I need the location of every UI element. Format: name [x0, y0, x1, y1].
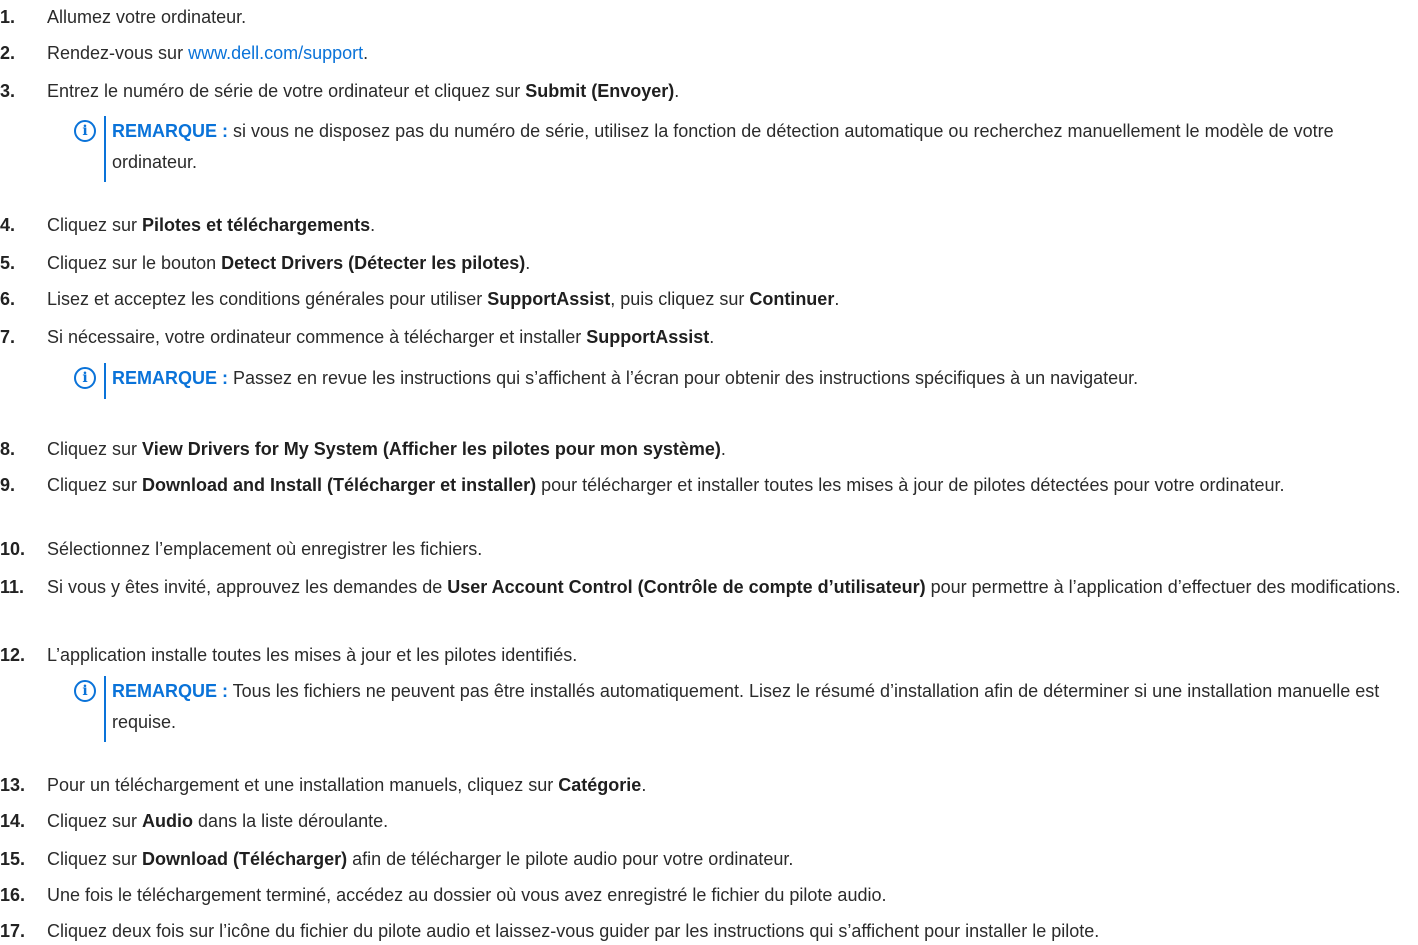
step-number: 16.	[0, 885, 26, 905]
step-number: 13.	[0, 775, 26, 795]
step-17: 17. Cliquez deux fois sur l’icône du fich…	[0, 918, 1410, 945]
step-number: 7.	[0, 327, 16, 347]
step-3: 3. Entrez le numéro de série de votre ord…	[0, 78, 1410, 105]
note-bar	[104, 676, 106, 742]
step-4: 4. Cliquez sur Pilotes et téléchargements…	[0, 212, 1410, 239]
step-text: Sélectionnez l’emplacement où enregistre…	[47, 539, 483, 559]
info-icon: i	[74, 680, 96, 702]
note-bar	[104, 363, 106, 399]
note-manual-install: i REMARQUE : Tous les fichiers ne peuven…	[74, 676, 1404, 742]
step-text: Pour un téléchargement et une installati…	[47, 775, 647, 795]
step-7: 7. Si nécessaire, votre ordinateur commen…	[0, 324, 1410, 351]
note-text: REMARQUE : si vous ne disposez pas du nu…	[112, 121, 1334, 172]
step-number: 4.	[0, 215, 16, 235]
step-text: L’application installe toutes les mises …	[47, 645, 578, 665]
step-16: 16. Une fois le téléchargement terminé, a…	[0, 882, 1410, 909]
step-number: 12.	[0, 645, 26, 665]
step-text: Cliquez sur Audio dans la liste déroulan…	[47, 811, 389, 831]
step-text: Allumez votre ordinateur.	[47, 7, 247, 27]
step-number: 5.	[0, 253, 16, 273]
step-number: 11.	[0, 577, 25, 597]
step-text: Cliquez sur Download (Télécharger) afin …	[47, 849, 794, 869]
step-10: 10. Sélectionnez l’emplacement où enregis…	[0, 536, 1410, 563]
step-number: 10.	[0, 539, 26, 559]
step-number: 17.	[0, 921, 26, 941]
step-5: 5. Cliquez sur le bouton Detect Drivers (…	[0, 250, 1410, 277]
step-number: 1.	[0, 7, 16, 27]
step-number: 8.	[0, 439, 16, 459]
note-browser-instructions: i REMARQUE : Passez en revue les instruc…	[74, 363, 1404, 399]
step-14: 14. Cliquez sur Audio dans la liste dérou…	[0, 808, 1410, 835]
step-2: 2. Rendez-vous sur www.dell.com/support.	[0, 40, 1410, 67]
note-text: REMARQUE : Tous les fichiers ne peuvent …	[112, 681, 1380, 732]
note-serial-number: i REMARQUE : si vous ne disposez pas du …	[74, 116, 1404, 182]
step-number: 15.	[0, 849, 26, 869]
step-11: 11. Si vous y êtes invité, approuvez les …	[0, 574, 1410, 601]
step-text: Rendez-vous sur www.dell.com/support.	[47, 43, 369, 63]
step-number: 14.	[0, 811, 26, 831]
step-number: 9.	[0, 475, 16, 495]
note-bar	[104, 116, 106, 182]
step-8: 8. Cliquez sur View Drivers for My System…	[0, 436, 1410, 463]
step-number: 2.	[0, 43, 16, 63]
step-text: Cliquez sur le bouton Detect Drivers (Dé…	[47, 253, 531, 273]
step-13: 13. Pour un téléchargement et une install…	[0, 772, 1410, 799]
dell-support-link[interactable]: www.dell.com/support	[188, 43, 363, 63]
step-text: Cliquez deux fois sur l’icône du fichier…	[47, 921, 1100, 941]
info-icon: i	[74, 120, 96, 142]
note-text: REMARQUE : Passez en revue les instructi…	[112, 368, 1139, 388]
step-text: Une fois le téléchargement terminé, accé…	[47, 885, 887, 905]
step-number: 3.	[0, 81, 16, 101]
step-1: 1. Allumez votre ordinateur.	[0, 4, 1410, 31]
info-icon: i	[74, 367, 96, 389]
step-text: Si nécessaire, votre ordinateur commence…	[47, 327, 715, 347]
step-text: Cliquez sur Download and Install (Téléch…	[47, 475, 1285, 495]
step-text: Entrez le numéro de série de votre ordin…	[47, 81, 680, 101]
step-text: Cliquez sur View Drivers for My System (…	[47, 439, 726, 459]
step-text: Si vous y êtes invité, approuvez les dem…	[47, 577, 1401, 597]
step-text: Lisez et acceptez les conditions général…	[47, 289, 840, 309]
step-9: 9. Cliquez sur Download and Install (Télé…	[0, 472, 1410, 499]
step-6: 6. Lisez et acceptez les conditions génér…	[0, 286, 1410, 313]
step-15: 15. Cliquez sur Download (Télécharger) af…	[0, 846, 1410, 873]
step-number: 6.	[0, 289, 16, 309]
step-text: Cliquez sur Pilotes et téléchargements.	[47, 215, 376, 235]
step-12: 12. L’application installe toutes les mis…	[0, 642, 1410, 669]
